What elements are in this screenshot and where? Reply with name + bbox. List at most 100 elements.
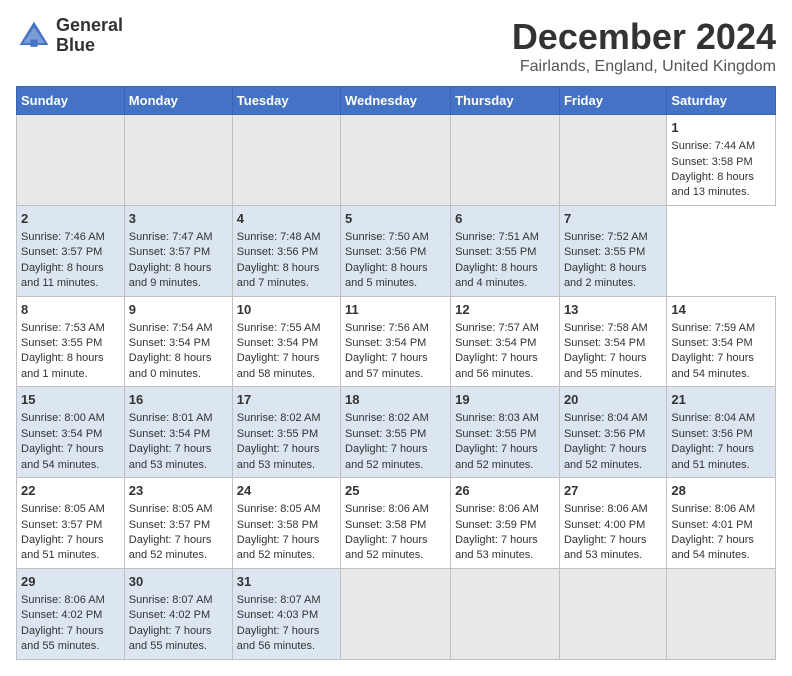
calendar-week-row: 22Sunrise: 8:05 AMSunset: 3:57 PMDayligh… [17, 478, 776, 569]
calendar-cell: 24Sunrise: 8:05 AMSunset: 3:58 PMDayligh… [232, 478, 340, 569]
calendar-cell: 7Sunrise: 7:52 AMSunset: 3:55 PMDaylight… [559, 205, 666, 296]
sunset-text: Sunset: 3:54 PM [21, 428, 102, 440]
daylight-text: Daylight: 8 hours and 2 minutes. [564, 262, 647, 289]
calendar-cell: 18Sunrise: 8:02 AMSunset: 3:55 PMDayligh… [341, 387, 451, 478]
day-number: 9 [129, 301, 228, 319]
calendar-cell: 12Sunrise: 7:57 AMSunset: 3:54 PMDayligh… [451, 296, 560, 387]
sunset-text: Sunset: 3:56 PM [345, 246, 426, 258]
calendar-cell: 17Sunrise: 8:02 AMSunset: 3:55 PMDayligh… [232, 387, 340, 478]
sunset-text: Sunset: 3:55 PM [455, 246, 536, 258]
daylight-text: Daylight: 7 hours and 51 minutes. [21, 534, 104, 561]
sunrise-text: Sunrise: 8:05 AM [129, 503, 213, 515]
sunset-text: Sunset: 3:56 PM [564, 428, 645, 440]
sunset-text: Sunset: 3:54 PM [455, 337, 536, 349]
sunrise-text: Sunrise: 7:57 AM [455, 322, 539, 334]
daylight-text: Daylight: 8 hours and 7 minutes. [237, 262, 320, 289]
calendar-week-row: 2 Sunrise: 7:46 AM Sunset: 3:57 PM Daylight… [17, 205, 776, 296]
sunrise-text: Sunrise: 8:06 AM [455, 503, 539, 515]
calendar-cell [667, 568, 776, 659]
calendar-cell: 21Sunrise: 8:04 AMSunset: 3:56 PMDayligh… [667, 387, 776, 478]
day-number: 27 [564, 482, 662, 500]
sunset-text: Sunset: 3:57 PM [129, 519, 210, 531]
sunset-text: Sunset: 3:58 PM [671, 156, 752, 168]
sunrise-text: Sunrise: 7:46 AM [21, 231, 105, 243]
daylight-text: Daylight: 7 hours and 53 minutes. [237, 443, 320, 470]
daylight-text: Daylight: 7 hours and 52 minutes. [129, 534, 212, 561]
daylight-text: Daylight: 7 hours and 56 minutes. [237, 625, 320, 652]
sunset-text: Sunset: 4:02 PM [21, 609, 102, 621]
sunrise-text: Sunrise: 8:01 AM [129, 412, 213, 424]
daylight-text: Daylight: 8 hours and 5 minutes. [345, 262, 428, 289]
calendar-cell: 23Sunrise: 8:05 AMSunset: 3:57 PMDayligh… [124, 478, 232, 569]
calendar-cell: 2Sunrise: 7:46 AMSunset: 3:57 PMDaylight… [17, 205, 125, 296]
sunrise-text: Sunrise: 8:02 AM [237, 412, 321, 424]
calendar-cell: 8Sunrise: 7:53 AMSunset: 3:55 PMDaylight… [17, 296, 125, 387]
calendar-cell [17, 115, 125, 206]
sunset-text: Sunset: 3:57 PM [21, 246, 102, 258]
day-number: 4 [237, 210, 336, 228]
daylight-text: Daylight: 7 hours and 57 minutes. [345, 352, 428, 379]
calendar-header-row: SundayMondayTuesdayWednesdayThursdayFrid… [17, 87, 776, 115]
calendar-cell: 27Sunrise: 8:06 AMSunset: 4:00 PMDayligh… [559, 478, 666, 569]
daylight-text: Daylight: 8 hours and 13 minutes. [671, 171, 754, 198]
daylight-text: Daylight: 7 hours and 55 minutes. [21, 625, 104, 652]
calendar-cell: 19Sunrise: 8:03 AMSunset: 3:55 PMDayligh… [451, 387, 560, 478]
sunset-text: Sunset: 3:54 PM [564, 337, 645, 349]
sunset-text: Sunset: 3:54 PM [129, 337, 210, 349]
sunrise-text: Sunrise: 7:47 AM [129, 231, 213, 243]
sunrise-text: Sunrise: 7:51 AM [455, 231, 539, 243]
daylight-text: Daylight: 7 hours and 54 minutes. [671, 534, 754, 561]
day-number: 5 [345, 210, 446, 228]
sunrise-text: Sunrise: 8:02 AM [345, 412, 429, 424]
sunset-text: Sunset: 3:58 PM [237, 519, 318, 531]
calendar-cell [559, 568, 666, 659]
sunrise-text: Sunrise: 8:07 AM [237, 594, 321, 606]
sunset-text: Sunset: 3:54 PM [345, 337, 426, 349]
sunrise-text: Sunrise: 8:06 AM [345, 503, 429, 515]
calendar-cell [451, 115, 560, 206]
sunrise-text: Sunrise: 7:55 AM [237, 322, 321, 334]
day-header-thursday: Thursday [451, 87, 560, 115]
calendar-cell: 16Sunrise: 8:01 AMSunset: 3:54 PMDayligh… [124, 387, 232, 478]
title-block: December 2024 Fairlands, England, United… [512, 16, 776, 76]
daylight-text: Daylight: 7 hours and 52 minutes. [237, 534, 320, 561]
daylight-text: Daylight: 7 hours and 54 minutes. [21, 443, 104, 470]
daylight-text: Daylight: 7 hours and 55 minutes. [564, 352, 647, 379]
sunset-text: Sunset: 3:54 PM [671, 337, 752, 349]
day-number: 30 [129, 573, 228, 591]
daylight-text: Daylight: 7 hours and 52 minutes. [345, 443, 428, 470]
calendar-cell: 25Sunrise: 8:06 AMSunset: 3:58 PMDayligh… [341, 478, 451, 569]
sunrise-text: Sunrise: 7:50 AM [345, 231, 429, 243]
main-title: December 2024 [512, 16, 776, 58]
sunset-text: Sunset: 3:55 PM [21, 337, 102, 349]
day-number: 2 [21, 210, 120, 228]
daylight-text: Daylight: 7 hours and 53 minutes. [455, 534, 538, 561]
day-number: 20 [564, 391, 662, 409]
sunset-text: Sunset: 3:55 PM [237, 428, 318, 440]
calendar-week-row: 29Sunrise: 8:06 AMSunset: 4:02 PMDayligh… [17, 568, 776, 659]
sunset-text: Sunset: 3:55 PM [455, 428, 536, 440]
day-number: 12 [455, 301, 555, 319]
day-number: 6 [455, 210, 555, 228]
logo: General Blue [16, 16, 123, 56]
day-number: 16 [129, 391, 228, 409]
day-number: 14 [671, 301, 771, 319]
daylight-text: Daylight: 8 hours and 9 minutes. [129, 262, 212, 289]
day-number: 13 [564, 301, 662, 319]
calendar-cell [232, 115, 340, 206]
calendar-cell: 11Sunrise: 7:56 AMSunset: 3:54 PMDayligh… [341, 296, 451, 387]
calendar-cell [124, 115, 232, 206]
sunrise-text: Sunrise: 7:48 AM [237, 231, 321, 243]
day-header-sunday: Sunday [17, 87, 125, 115]
subtitle: Fairlands, England, United Kingdom [512, 58, 776, 76]
sunrise-text: Sunrise: 7:58 AM [564, 322, 648, 334]
day-number: 1 [671, 119, 771, 137]
sunrise-text: Sunrise: 7:54 AM [129, 322, 213, 334]
daylight-text: Daylight: 8 hours and 4 minutes. [455, 262, 538, 289]
day-number: 28 [671, 482, 771, 500]
day-number: 26 [455, 482, 555, 500]
calendar-cell [451, 568, 560, 659]
sunrise-text: Sunrise: 7:56 AM [345, 322, 429, 334]
day-header-monday: Monday [124, 87, 232, 115]
sunset-text: Sunset: 3:57 PM [129, 246, 210, 258]
